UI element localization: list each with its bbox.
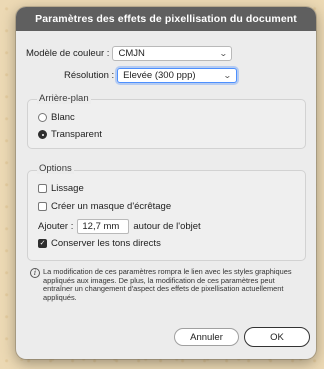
antialias-checkbox[interactable] [38, 184, 47, 193]
info-text: La modification de ces paramètres rompra… [43, 267, 292, 303]
preserve-spot-checkbox[interactable]: ✓ [38, 239, 47, 248]
preserve-spot-option[interactable]: ✓ Conserver les tons directs [38, 238, 161, 249]
background-group [27, 99, 306, 149]
color-model-label: Modèle de couleur : [26, 48, 110, 59]
color-model-row: Modèle de couleur : CMJN ⌄ [26, 46, 233, 61]
info-icon: i [30, 268, 40, 278]
chevron-down-icon: ⌄ [223, 71, 233, 80]
color-model-select[interactable]: CMJN ⌄ [112, 46, 233, 61]
radio-white[interactable] [38, 113, 47, 122]
color-model-value: CMJN [118, 48, 145, 59]
raster-effects-dialog: Paramètres des effets de pixellisation d… [16, 7, 316, 359]
cancel-button[interactable]: Annuler [174, 328, 239, 346]
background-option-white[interactable]: Blanc [38, 112, 75, 123]
add-around-row: Ajouter : 12,7 mm autour de l'objet [38, 219, 201, 234]
add-suffix-label: autour de l'objet [133, 221, 201, 232]
resolution-value: Elevée (300 ppp) [123, 70, 196, 81]
add-amount-field[interactable]: 12,7 mm [77, 219, 130, 234]
clipping-mask-option[interactable]: Créer un masque d'écrêtage [38, 201, 171, 212]
resolution-label: Résolution : [64, 70, 115, 81]
resolution-select[interactable]: Elevée (300 ppp) ⌄ [117, 68, 238, 83]
options-group-title: Options [37, 163, 74, 174]
background-option-transparent[interactable]: Transparent [38, 129, 102, 140]
resolution-row: Résolution : Elevée (300 ppp) ⌄ [64, 68, 238, 83]
background-option-label: Blanc [51, 112, 75, 123]
clipping-mask-checkbox[interactable] [38, 202, 47, 211]
add-label: Ajouter : [38, 221, 74, 232]
clipping-mask-label: Créer un masque d'écrêtage [51, 201, 172, 212]
info-notice: i La modification de ces paramètres romp… [30, 267, 305, 303]
radio-transparent[interactable] [38, 130, 47, 139]
chevron-down-icon: ⌄ [218, 49, 228, 58]
preserve-spot-label: Conserver les tons directs [51, 238, 161, 249]
dialog-title: Paramètres des effets de pixellisation d… [16, 7, 316, 31]
background-option-label: Transparent [51, 129, 102, 140]
ok-button[interactable]: OK [244, 327, 310, 347]
antialias-option[interactable]: Lissage [38, 183, 84, 194]
antialias-label: Lissage [51, 183, 84, 194]
background-group-title: Arrière-plan [37, 93, 91, 104]
